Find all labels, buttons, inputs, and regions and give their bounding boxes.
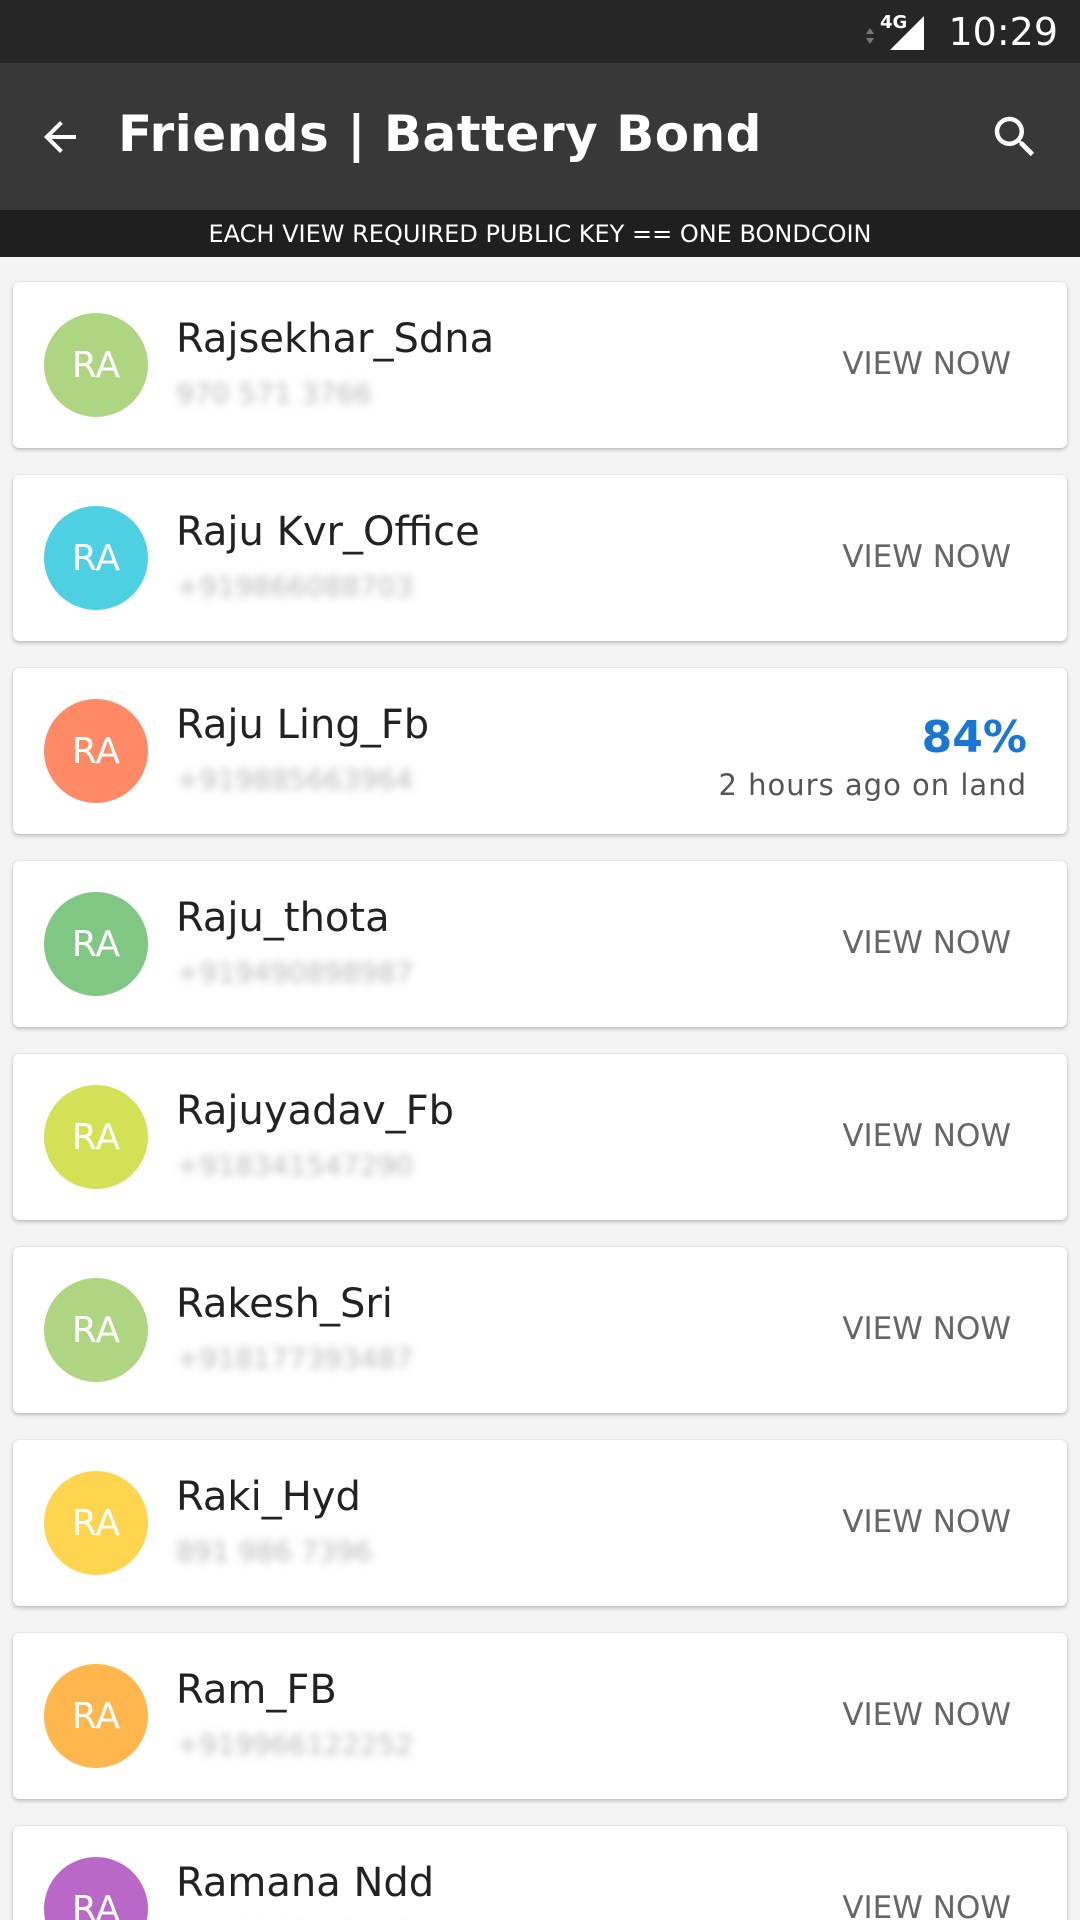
app-bar: Friends | Battery Bond — [0, 63, 1080, 210]
arrow-back-icon — [44, 121, 76, 153]
status-time: 10:29 — [948, 10, 1058, 54]
search-button[interactable] — [985, 107, 1045, 167]
avatar: RA — [44, 892, 148, 996]
back-button[interactable] — [30, 107, 90, 167]
view-now-button[interactable]: VIEW NOW — [842, 1697, 1011, 1733]
contact-phone: 970 571 3766 — [176, 377, 372, 410]
status-bar: 4G 10:29 — [0, 0, 1080, 63]
avatar: RA — [44, 1857, 148, 1920]
avatar: RA — [44, 1278, 148, 1382]
view-now-button[interactable]: VIEW NOW — [842, 539, 1011, 575]
contact-name: Ram_FB — [176, 1667, 337, 1713]
contact-name: Raju_thota — [176, 895, 390, 941]
contact-phone: +919885663964 — [176, 763, 414, 796]
avatar: RA — [44, 699, 148, 803]
view-now-button[interactable]: VIEW NOW — [842, 1311, 1011, 1347]
view-now-button[interactable]: VIEW NOW — [842, 346, 1011, 382]
list-item[interactable]: RA Rakesh_Sri +918177393487 VIEW NOW — [13, 1247, 1067, 1413]
contact-name: Rajsekhar_Sdna — [176, 316, 495, 362]
contact-phone: +919966122252 — [176, 1728, 414, 1761]
contact-name: Raju Ling_Fb — [176, 702, 430, 748]
list-item[interactable]: RA Raki_Hyd 891 986 7396 VIEW NOW — [13, 1440, 1067, 1606]
list-item[interactable]: RA Rajuyadav_Fb +918341547290 VIEW NOW — [13, 1054, 1067, 1220]
contact-phone: +919490898987 — [176, 956, 414, 989]
contact-name: Raju Kvr_Office — [176, 509, 480, 555]
friends-list[interactable]: RA Rajsekhar_Sdna 970 571 3766 VIEW NOW RA Ra… — [0, 257, 1080, 1920]
list-item[interactable]: RA Raju_thota +919490898987 VIEW NOW — [13, 861, 1067, 1027]
view-now-button[interactable]: VIEW NOW — [842, 925, 1011, 961]
list-item[interactable]: RA Ram_FB +919966122252 VIEW NOW — [13, 1633, 1067, 1799]
view-now-button[interactable]: VIEW NOW — [842, 1118, 1011, 1154]
contact-name: Ramana Ndd — [176, 1860, 435, 1906]
page-title: Friends | Battery Bond — [118, 105, 762, 163]
contact-phone: 891 986 7396 — [176, 1535, 372, 1568]
list-item[interactable]: RA Raju Ling_Fb +919885663964 84% 2 hours ag… — [13, 668, 1067, 834]
battery-percent: 84% — [921, 712, 1027, 763]
avatar: RA — [44, 313, 148, 417]
search-icon — [994, 116, 1035, 157]
contact-phone: +919866088703 — [176, 570, 414, 603]
list-item[interactable]: RA Rajsekhar_Sdna 970 571 3766 VIEW NOW — [13, 282, 1067, 448]
list-item[interactable]: RARamana Ndd+919848012345VIEW NOW — [13, 1826, 1067, 1920]
list-item[interactable]: RA Raju Kvr_Office +919866088703 VIEW NOW — [13, 475, 1067, 641]
contact-name: Raki_Hyd — [176, 1474, 361, 1520]
avatar: RA — [44, 506, 148, 610]
view-now-button[interactable]: VIEW NOW — [842, 1890, 1011, 1920]
avatar: RA — [44, 1471, 148, 1575]
contact-name: Rajuyadav_Fb — [176, 1088, 455, 1134]
last-seen-text: 2 hours ago on land — [718, 768, 1027, 802]
network-signal-icon: 4G — [860, 12, 930, 52]
public-key-banner: EACH VIEW REQUIRED PUBLIC KEY == ONE BON… — [0, 210, 1080, 257]
contact-phone: +918177393487 — [176, 1342, 414, 1375]
view-now-button[interactable]: VIEW NOW — [842, 1504, 1011, 1540]
avatar: RA — [44, 1664, 148, 1768]
contact-phone: +918341547290 — [176, 1149, 414, 1182]
contact-name: Rakesh_Sri — [176, 1281, 393, 1327]
avatar: RA — [44, 1085, 148, 1189]
